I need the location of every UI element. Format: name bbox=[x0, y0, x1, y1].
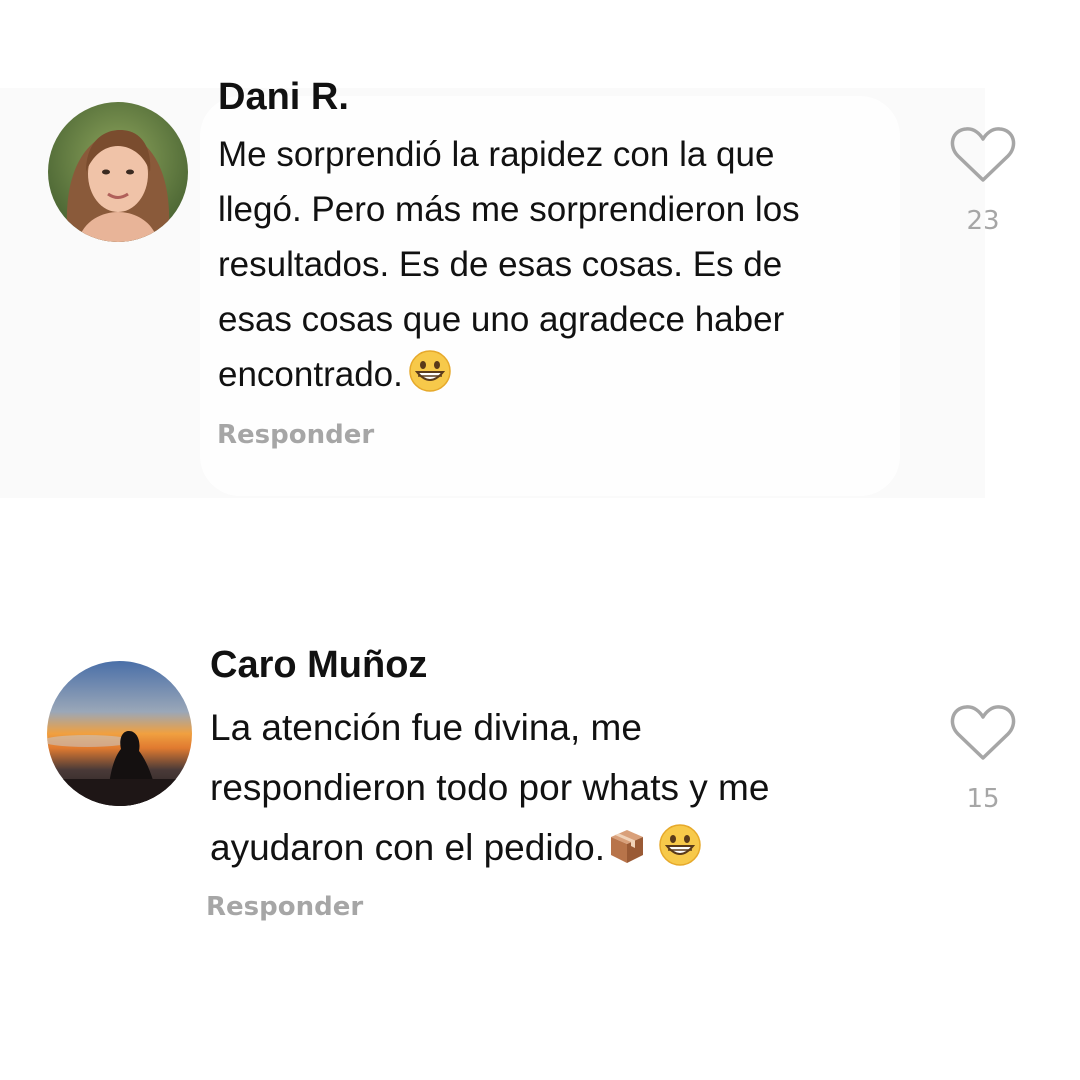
comment-2: Caro Muñoz La atención fue divina, me re… bbox=[0, 640, 1080, 940]
comment-author: Dani R. bbox=[218, 76, 349, 118]
like-count: 23 bbox=[966, 206, 1000, 236]
grinning-face-emoji bbox=[409, 350, 451, 392]
comment-text-container: La atención fue divina, me respondieron … bbox=[210, 698, 910, 878]
reply-button[interactable]: Responder bbox=[206, 892, 363, 922]
avatar-caro[interactable] bbox=[47, 661, 192, 806]
grinning-face-emoji bbox=[659, 824, 701, 866]
comment-text: Me sorprendió la rapidez con la que lleg… bbox=[218, 135, 800, 394]
like-count: 15 bbox=[966, 784, 1000, 814]
avatar-dani[interactable] bbox=[48, 102, 188, 242]
heart-outline-icon[interactable] bbox=[950, 704, 1016, 762]
avatar-sunset-silhouette-image bbox=[47, 661, 192, 806]
comment-1: Dani R. Me sorprendió la rapidez con la … bbox=[0, 72, 1080, 502]
comment-author: Caro Muñoz bbox=[210, 644, 428, 686]
comment-text-container: Me sorprendió la rapidez con la que lleg… bbox=[218, 127, 918, 402]
avatar-portrait-image bbox=[48, 102, 188, 242]
like-button[interactable]: 15 bbox=[948, 704, 1018, 814]
like-button[interactable]: 23 bbox=[948, 126, 1018, 236]
reply-button[interactable]: Responder bbox=[217, 420, 374, 450]
package-emoji bbox=[607, 826, 647, 866]
heart-outline-icon[interactable] bbox=[950, 126, 1016, 184]
